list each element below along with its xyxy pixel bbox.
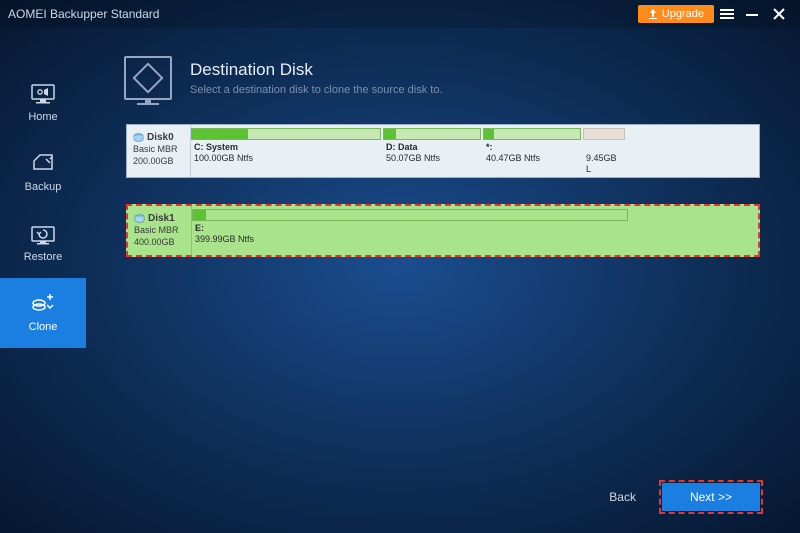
partition-label: E:399.99GB Ntfs: [192, 221, 628, 245]
disk-card[interactable]: Disk1Basic MBR400.00GBE:399.99GB Ntfs: [126, 204, 760, 256]
partition-label: *:40.47GB Ntfs: [483, 140, 581, 164]
partition-label: 9.45GB L: [583, 140, 625, 174]
backup-icon: [30, 153, 56, 175]
footer: Back Next >>: [86, 467, 800, 533]
content-area: Destination Disk Select a destination di…: [86, 28, 800, 533]
home-icon: [30, 83, 56, 105]
nav-restore[interactable]: Restore: [0, 208, 86, 278]
upgrade-label: Upgrade: [662, 8, 704, 20]
partition-label: C: System100.00GB Ntfs: [191, 140, 381, 164]
page-header: Destination Disk Select a destination di…: [86, 28, 800, 118]
sidebar: Home Backup Restore Clone: [0, 28, 86, 533]
app-window: AOMEI Backupper Standard Upgrade Home Ba…: [0, 0, 800, 533]
menu-button[interactable]: [714, 0, 740, 28]
disk-icon: [133, 132, 144, 143]
page-title: Destination Disk: [190, 60, 443, 80]
partition[interactable]: E:399.99GB Ntfs: [192, 209, 628, 251]
partition[interactable]: C: System100.00GB Ntfs: [191, 128, 381, 174]
menu-icon: [720, 7, 734, 21]
clone-icon: [30, 293, 56, 315]
partition[interactable]: 9.45GB L: [583, 128, 625, 174]
minimize-button[interactable]: [740, 0, 766, 28]
partition-row: C: System100.00GB NtfsD: Data50.07GB Ntf…: [191, 125, 759, 177]
partition-bar: [192, 209, 628, 221]
app-body: Home Backup Restore Clone: [0, 28, 800, 533]
page-subtitle: Select a destination disk to clone the s…: [190, 84, 443, 96]
partition-row: E:399.99GB Ntfs: [192, 206, 758, 254]
app-title: AOMEI Backupper Standard: [8, 7, 638, 21]
nav-backup[interactable]: Backup: [0, 138, 86, 208]
next-button[interactable]: Next >>: [662, 483, 760, 511]
disk-icon: [134, 213, 145, 224]
nav-home[interactable]: Home: [0, 68, 86, 138]
back-button[interactable]: Back: [595, 484, 650, 510]
close-icon: [772, 7, 786, 21]
partition-bar: [483, 128, 581, 140]
partition-bar: [191, 128, 381, 140]
nav-clone[interactable]: Clone: [0, 278, 86, 348]
disk-card[interactable]: Disk0Basic MBR200.00GBC: System100.00GB …: [126, 124, 760, 178]
nav-label: Clone: [29, 321, 58, 333]
destination-disk-icon: [124, 56, 172, 100]
nav-label: Restore: [24, 251, 63, 263]
partition-bar: [583, 128, 625, 140]
disk-info: Disk1Basic MBR400.00GB: [128, 206, 192, 254]
disk-info: Disk0Basic MBR200.00GB: [127, 125, 191, 177]
titlebar: AOMEI Backupper Standard Upgrade: [0, 0, 800, 28]
partition[interactable]: *:40.47GB Ntfs: [483, 128, 581, 174]
restore-icon: [30, 223, 56, 245]
upgrade-icon: [648, 9, 658, 19]
disk-list: Disk0Basic MBR200.00GBC: System100.00GB …: [86, 118, 800, 257]
partition-label: D: Data50.07GB Ntfs: [383, 140, 481, 164]
close-button[interactable]: [766, 0, 792, 28]
upgrade-button[interactable]: Upgrade: [638, 5, 714, 23]
nav-label: Backup: [25, 181, 62, 193]
minimize-icon: [746, 7, 760, 21]
nav-label: Home: [28, 111, 57, 123]
partition[interactable]: D: Data50.07GB Ntfs: [383, 128, 481, 174]
partition-bar: [383, 128, 481, 140]
